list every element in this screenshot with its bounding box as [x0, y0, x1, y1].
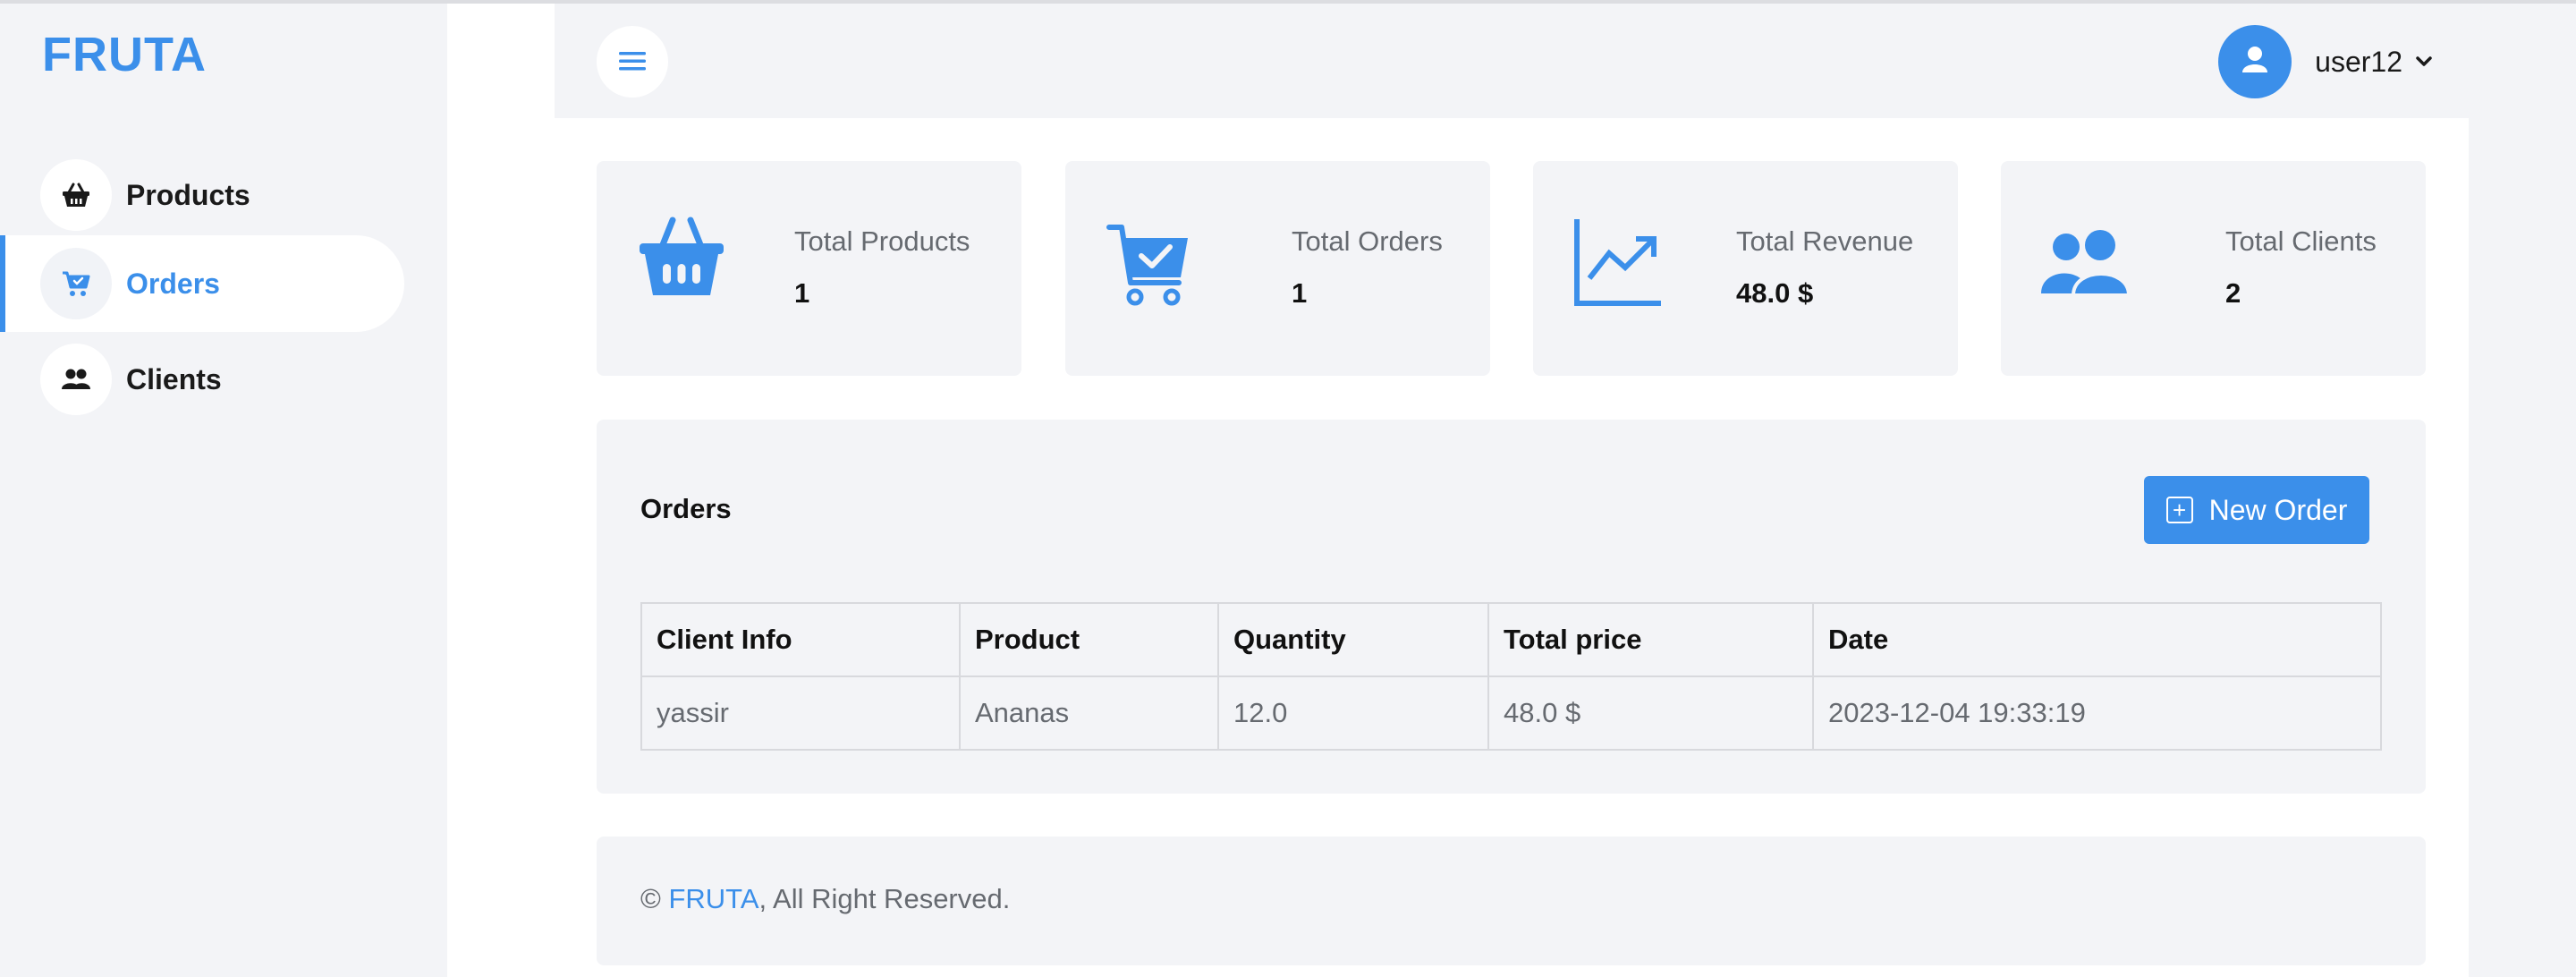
users-icon [2041, 229, 2131, 302]
stat-value: 48.0 $ [1736, 277, 1814, 309]
cell-total-price: 48.0 $ [1487, 675, 1814, 751]
stat-title: Total Orders [1292, 225, 1443, 257]
top-header: user12 [555, 4, 2469, 118]
column-header[interactable]: Client Info [640, 602, 961, 677]
user-menu[interactable]: user12 [2218, 25, 2433, 98]
column-header[interactable]: Product [959, 602, 1219, 677]
copyright-text: © FRUTA, All Right Reserved. [640, 883, 1010, 915]
sidebar: FRUTA Products Orders Clients [0, 4, 447, 977]
sidebar-item-label: Clients [126, 362, 222, 395]
copyright-prefix: © [640, 883, 669, 914]
column-header[interactable]: Quantity [1217, 602, 1489, 677]
right-gutter [2469, 4, 2576, 977]
stat-title: Total Revenue [1736, 225, 1914, 257]
cart-icon [40, 248, 112, 319]
username: user12 [2315, 45, 2402, 78]
new-order-button[interactable]: + New Order [2144, 476, 2369, 544]
user-icon [2235, 40, 2275, 84]
stat-value: 2 [2225, 277, 2241, 309]
cell-date: 2023-12-04 19:33:19 [1812, 675, 2382, 751]
brand-logo[interactable]: FRUTA [42, 27, 207, 82]
sidebar-item-clients[interactable]: Clients [0, 331, 404, 428]
basket-icon [40, 159, 112, 231]
table-header-row: Client Info Product Quantity Total price… [640, 602, 2382, 677]
column-header[interactable]: Date [1812, 602, 2382, 677]
panel-title: Orders [640, 493, 732, 524]
sidebar-item-label: Orders [126, 267, 220, 300]
avatar [2218, 25, 2292, 98]
basket-icon [637, 215, 726, 303]
stat-title: Total Clients [2225, 225, 2377, 257]
stat-value: 1 [794, 277, 810, 309]
chart-line-icon [1573, 217, 1663, 311]
sidebar-item-label: Products [126, 178, 250, 211]
new-order-label: New Order [2208, 493, 2348, 526]
stat-card-clients: Total Clients 2 [2001, 161, 2426, 376]
stat-card-orders: Total Orders 1 [1065, 161, 1490, 376]
orders-panel: Orders + New Order Client Info Product Q… [597, 420, 2426, 794]
users-icon [40, 344, 112, 415]
cell-product: Ananas [959, 675, 1219, 751]
sidebar-item-products[interactable]: Products [0, 147, 404, 243]
copyright-suffix: , All Right Reserved. [758, 883, 1011, 914]
menu-toggle-button[interactable] [597, 26, 668, 98]
table-row[interactable]: yassir Ananas 12.0 48.0 $ 2023-12-04 19:… [640, 675, 2382, 751]
footer-brand-link[interactable]: FRUTA [668, 883, 758, 914]
sidebar-item-orders[interactable]: Orders [0, 235, 404, 332]
stat-title: Total Products [794, 225, 970, 257]
hamburger-icon [619, 50, 646, 74]
stat-card-products: Total Products 1 [597, 161, 1021, 376]
chevron-down-icon [2415, 55, 2433, 68]
orders-table: Client Info Product Quantity Total price… [640, 602, 2382, 751]
cell-quantity: 12.0 [1217, 675, 1489, 751]
stat-value: 1 [1292, 277, 1308, 309]
cart-check-icon [1106, 222, 1191, 312]
column-header[interactable]: Total price [1487, 602, 1814, 677]
stat-card-revenue: Total Revenue 48.0 $ [1533, 161, 1958, 376]
cell-client: yassir [640, 675, 961, 751]
footer: © FRUTA, All Right Reserved. [597, 837, 2426, 965]
plus-icon: + [2165, 497, 2193, 523]
